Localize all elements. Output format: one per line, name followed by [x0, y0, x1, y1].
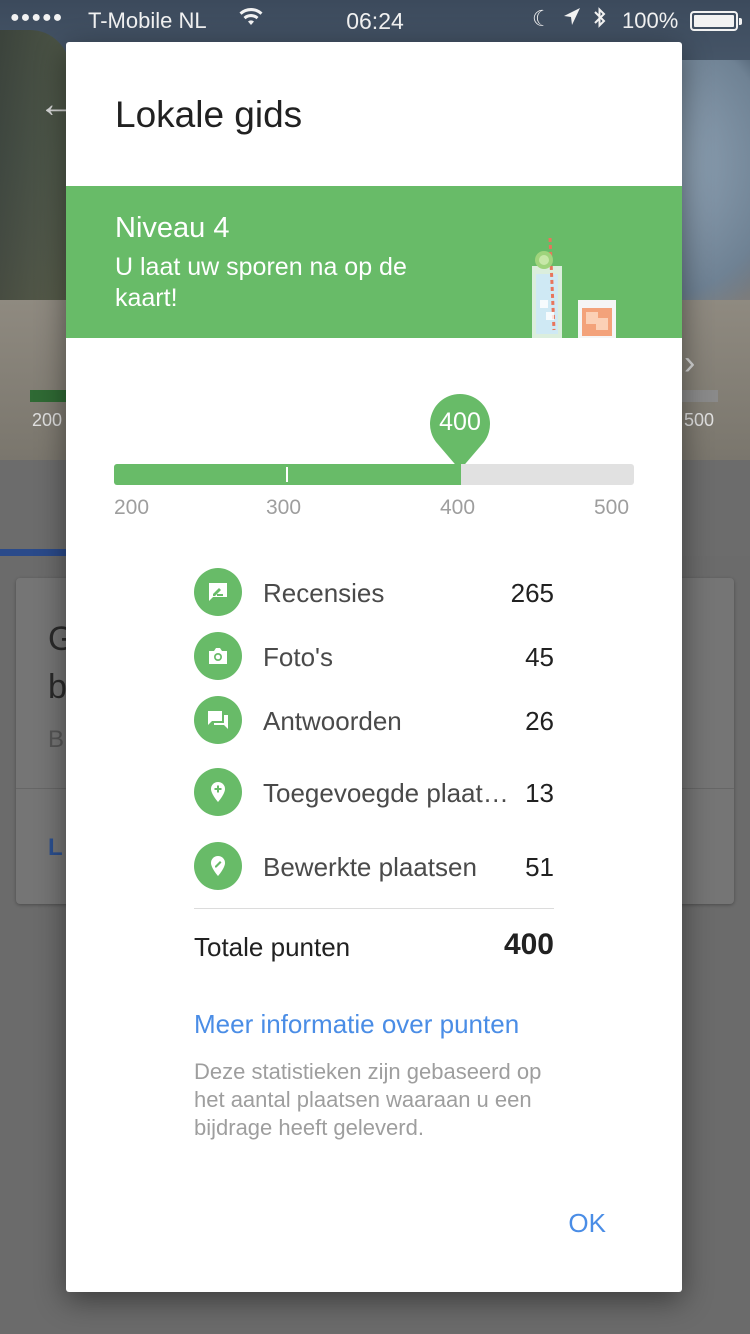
add-place-icon: [194, 768, 242, 816]
do-not-disturb-moon-icon: ☾: [532, 6, 552, 31]
chevron-right-icon: ›: [684, 344, 696, 382]
edit-place-icon: [194, 842, 242, 890]
battery-percentage: 100%: [622, 8, 679, 33]
points-breakdown-list: Recensies 265 Foto's 45 Antwoorden 26 To…: [194, 568, 554, 906]
stat-row-reviews: Recensies 265: [194, 568, 554, 632]
stat-row-edited-places: Bewerkte plaatsen 51: [194, 842, 554, 906]
background-card-action: L: [48, 834, 63, 861]
level-banner: Niveau 4 U laat uw sporen na op de kaart…: [66, 186, 682, 338]
bluetooth-icon: [592, 6, 608, 36]
ok-button[interactable]: OK: [568, 1208, 606, 1239]
stat-value: 51: [525, 852, 554, 882]
stat-label: Toegevoegde plaatsen: [263, 778, 517, 808]
scale-label: 200: [114, 496, 150, 519]
stat-label: Foto's: [263, 642, 333, 672]
total-points-value: 400: [503, 928, 554, 961]
points-pin-label: 400: [439, 408, 481, 436]
background-tab-indicator: [0, 549, 70, 556]
background-card-title-2: b: [48, 668, 67, 706]
drinks-illustration-icon: [532, 238, 616, 338]
stat-value: 45: [525, 642, 554, 672]
background-progress-max: 500: [684, 410, 715, 430]
stat-label: Bewerkte plaatsen: [263, 852, 477, 882]
stat-value: 26: [525, 706, 554, 736]
stat-value: 265: [510, 578, 554, 608]
dialog-title: Lokale gids: [115, 94, 303, 135]
stat-row-added-places: Toegevoegde plaatsen 13: [194, 768, 554, 842]
more-info-link[interactable]: Meer informatie over punten: [194, 1009, 519, 1040]
progress-track: [114, 464, 634, 485]
background-progress-min: 200: [32, 410, 63, 430]
camera-icon: [194, 632, 242, 680]
scale-label: 400: [440, 496, 476, 519]
level-subtitle: U laat uw sporen na op de kaart!: [115, 253, 407, 312]
battery-icon: [690, 11, 742, 31]
total-points-label: Totale punten: [194, 932, 351, 962]
stat-value: 13: [525, 778, 554, 808]
stats-note: Deze statistieken zijn gebaseerd op het …: [194, 1059, 542, 1140]
answers-icon: [194, 696, 242, 744]
points-progress: 400 200 300 400 500: [114, 392, 634, 532]
local-guide-dialog: Lokale gids Niveau 4 U laat uw sporen na…: [66, 42, 682, 1292]
background-card-subtitle: B: [48, 726, 65, 753]
scale-label: 300: [266, 496, 302, 519]
review-icon: [194, 568, 242, 616]
status-bar: ●●●●● T-Mobile NL 06:24 ☾ 100%: [0, 0, 750, 40]
background-progress-fill: [30, 390, 70, 402]
scale-label: 500: [594, 496, 630, 519]
stat-label: Antwoorden: [263, 706, 402, 736]
level-label: Niveau 4: [115, 212, 230, 244]
stat-row-photos: Foto's 45: [194, 632, 554, 696]
stat-label: Recensies: [263, 578, 385, 608]
progress-tick: [286, 467, 288, 482]
total-divider: [194, 908, 554, 909]
stat-row-answers: Antwoorden 26: [194, 696, 554, 768]
background-progress-track: [682, 390, 718, 402]
location-arrow-icon: [562, 6, 582, 34]
